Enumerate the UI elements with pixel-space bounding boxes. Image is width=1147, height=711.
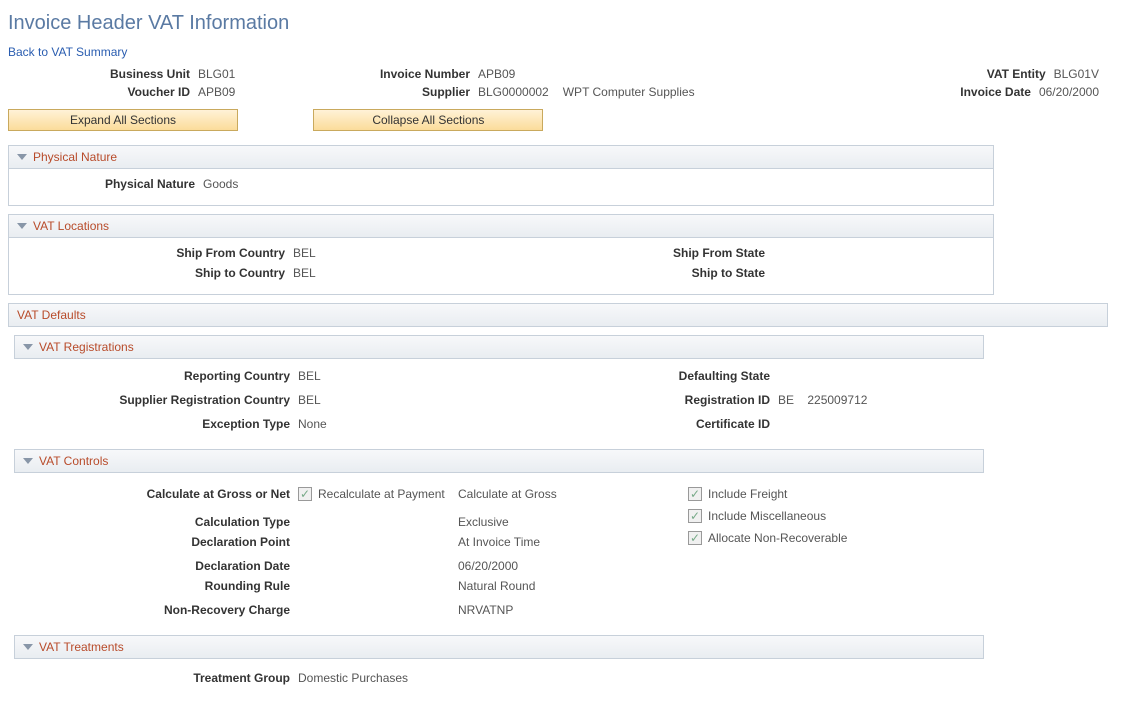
allocate-nonrec-checkbox[interactable]: ✓ Allocate Non-Recoverable xyxy=(688,531,847,545)
back-to-vat-summary-link[interactable]: Back to VAT Summary xyxy=(8,45,127,59)
reporting-country-label: Reporting Country xyxy=(18,369,298,383)
registration-id-label: Registration ID xyxy=(518,393,778,407)
declaration-point-value: At Invoice Time xyxy=(458,535,540,549)
invoice-date-value: 06/20/2000 xyxy=(1039,85,1099,99)
ship-to-country-value: BEL xyxy=(293,266,513,280)
non-recovery-charge-value: NRVATNP xyxy=(458,603,513,617)
include-misc-label: Include Miscellaneous xyxy=(708,509,826,523)
page-title: Invoice Header VAT Information xyxy=(8,12,1139,35)
ship-to-country-label: Ship to Country xyxy=(13,266,293,280)
collapse-all-button[interactable]: Collapse All Sections xyxy=(313,109,543,131)
checkbox-checked-icon: ✓ xyxy=(688,531,702,545)
ship-from-country-value: BEL xyxy=(293,246,513,260)
supplier-name-value: WPT Computer Supplies xyxy=(563,85,695,99)
declaration-date-value: 06/20/2000 xyxy=(458,559,518,573)
include-freight-label: Include Freight xyxy=(708,487,787,501)
ship-to-state-value xyxy=(773,266,989,280)
vat-locations-section-header[interactable]: VAT Locations xyxy=(8,214,994,238)
physical-nature-value: Goods xyxy=(203,177,423,191)
chevron-down-icon xyxy=(17,154,27,160)
business-unit-value: BLG01 xyxy=(198,67,235,81)
recalculate-at-payment-label: Recalculate at Payment xyxy=(318,487,445,501)
calculation-type-label: Calculation Type xyxy=(18,515,298,529)
registration-id-number: 225009712 xyxy=(807,393,867,407)
chevron-down-icon xyxy=(23,458,33,464)
declaration-point-label: Declaration Point xyxy=(18,535,298,549)
expand-all-button[interactable]: Expand All Sections xyxy=(8,109,238,131)
registration-id-prefix: BE xyxy=(778,393,794,407)
supplier-reg-country-label: Supplier Registration Country xyxy=(18,393,298,407)
physical-nature-title: Physical Nature xyxy=(33,150,117,164)
allocate-nonrec-label: Allocate Non-Recoverable xyxy=(708,531,847,545)
vat-entity-label: VAT Entity xyxy=(987,67,1054,81)
supplier-id-value: BLG0000002 xyxy=(478,85,549,99)
business-unit-label: Business Unit xyxy=(8,67,198,81)
non-recovery-charge-label: Non-Recovery Charge xyxy=(18,603,298,617)
vat-treatments-section-header[interactable]: VAT Treatments xyxy=(14,635,984,659)
calc-gross-net-value: Calculate at Gross xyxy=(458,487,557,509)
vat-treatments-title: VAT Treatments xyxy=(39,640,124,654)
chevron-down-icon xyxy=(23,344,33,350)
declaration-date-label: Declaration Date xyxy=(18,559,298,573)
recalculate-at-payment-checkbox[interactable]: ✓ Recalculate at Payment xyxy=(298,487,445,501)
registration-id-value: BE 225009712 xyxy=(778,393,980,407)
calc-gross-net-label: Calculate at Gross or Net xyxy=(18,487,298,509)
physical-nature-section-header[interactable]: Physical Nature xyxy=(8,145,994,169)
invoice-number-label: Invoice Number xyxy=(308,67,478,81)
vat-defaults-title: VAT Defaults xyxy=(17,308,86,322)
checkbox-checked-icon: ✓ xyxy=(298,487,312,501)
certificate-id-value xyxy=(778,417,980,431)
treatment-group-label: Treatment Group xyxy=(18,671,298,685)
calculation-type-value: Exclusive xyxy=(458,515,509,529)
supplier-label: Supplier xyxy=(308,85,478,99)
ship-from-state-label: Ship From State xyxy=(513,246,773,260)
reporting-country-value: BEL xyxy=(298,369,518,383)
invoice-date-label: Invoice Date xyxy=(960,85,1039,99)
exception-type-value: None xyxy=(298,417,518,431)
vat-controls-section-header[interactable]: VAT Controls xyxy=(14,449,984,473)
exception-type-label: Exception Type xyxy=(18,417,298,431)
certificate-id-label: Certificate ID xyxy=(518,417,778,431)
chevron-down-icon xyxy=(17,223,27,229)
voucher-id-label: Voucher ID xyxy=(8,85,198,99)
rounding-rule-label: Rounding Rule xyxy=(18,579,298,593)
ship-from-state-value xyxy=(773,246,989,260)
rounding-rule-value: Natural Round xyxy=(458,579,535,593)
defaulting-state-label: Defaulting State xyxy=(518,369,778,383)
vat-entity-value: BLG01V xyxy=(1054,67,1099,81)
vat-registrations-title: VAT Registrations xyxy=(39,340,134,354)
defaulting-state-value xyxy=(778,369,980,383)
ship-to-state-label: Ship to State xyxy=(513,266,773,280)
ship-from-country-label: Ship From Country xyxy=(13,246,293,260)
vat-defaults-section-header: VAT Defaults xyxy=(8,303,1108,327)
include-freight-checkbox[interactable]: ✓ Include Freight xyxy=(688,487,787,501)
vat-controls-title: VAT Controls xyxy=(39,454,108,468)
invoice-header-grid: Business Unit BLG01 Invoice Number APB09… xyxy=(8,67,1139,99)
invoice-number-value: APB09 xyxy=(478,67,515,81)
chevron-down-icon xyxy=(23,644,33,650)
checkbox-checked-icon: ✓ xyxy=(688,487,702,501)
supplier-reg-country-value: BEL xyxy=(298,393,518,407)
treatment-group-value: Domestic Purchases xyxy=(298,671,408,685)
vat-locations-title: VAT Locations xyxy=(33,219,109,233)
voucher-id-value: APB09 xyxy=(198,85,235,99)
vat-registrations-section-header[interactable]: VAT Registrations xyxy=(14,335,984,359)
include-misc-checkbox[interactable]: ✓ Include Miscellaneous xyxy=(688,509,826,523)
checkbox-checked-icon: ✓ xyxy=(688,509,702,523)
physical-nature-label: Physical Nature xyxy=(13,177,203,191)
